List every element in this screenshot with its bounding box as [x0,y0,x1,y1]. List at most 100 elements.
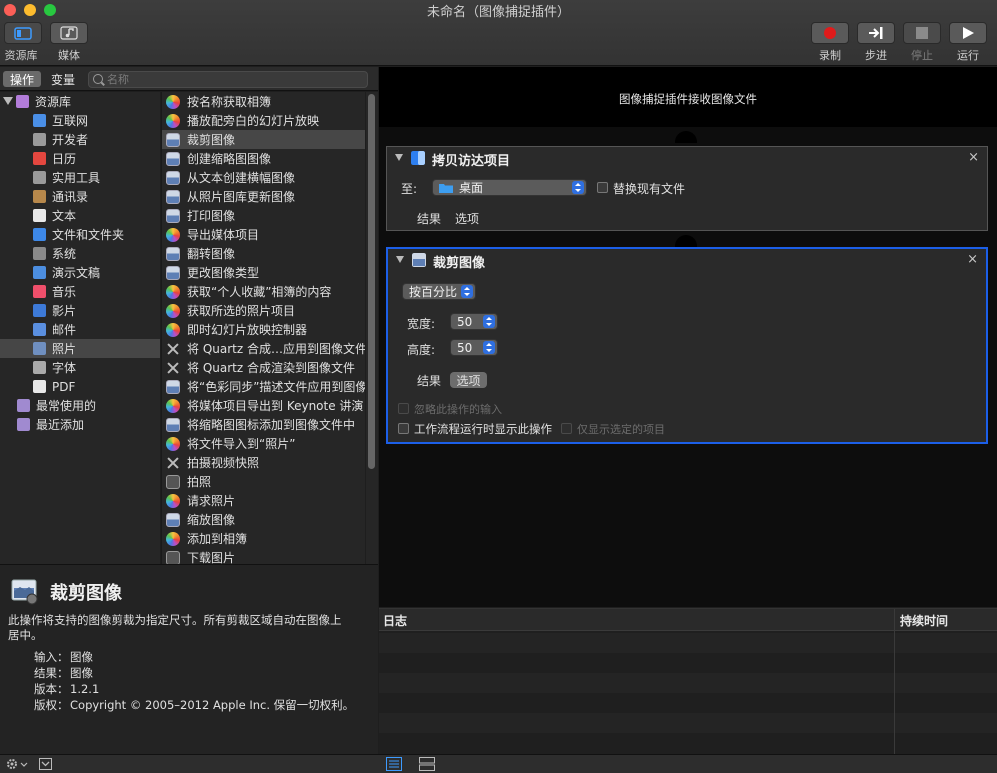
category-item[interactable]: 最近添加 [0,415,160,434]
ignore-input-checkbox[interactable] [398,403,409,414]
category-item[interactable]: 通讯录 [0,187,160,206]
action-item[interactable]: 拍摄视频快照 [162,453,365,472]
width-label: 宽度: [407,317,436,331]
show-action-checkbox[interactable] [398,423,409,434]
action-item[interactable]: 将“色彩同步”描述文件应用到图像 [162,377,365,396]
tab-actions[interactable]: 操作 [3,71,41,87]
category-label: 资源库 [35,95,72,109]
action-item[interactable]: 创建缩略图图像 [162,149,365,168]
width-stepper[interactable]: 50 [450,313,498,330]
category-item[interactable]: 文本 [0,206,160,225]
category-item[interactable]: 演示文稿 [0,263,160,282]
record-icon [824,27,836,39]
copy-results-tab[interactable]: 结果 [413,210,445,226]
action-item[interactable]: 按名称获取相簿 [162,92,365,111]
log-column-divider[interactable] [894,609,895,755]
action-item[interactable]: 即时幻灯片放映控制器 [162,320,365,339]
category-item[interactable]: 实用工具 [0,168,160,187]
category-label: 通讯录 [52,190,89,204]
category-item[interactable]: 邮件 [0,320,160,339]
category-item[interactable]: 日历 [0,149,160,168]
category-item[interactable]: 资源库 [0,92,160,111]
run-button[interactable] [949,22,987,44]
action-item[interactable]: 获取所选的照片项目 [162,301,365,320]
gear-icon[interactable] [6,758,28,770]
action-item[interactable]: 下载图片 [162,548,365,564]
list-view-icon[interactable] [386,757,402,771]
replace-existing-checkbox[interactable] [597,182,608,193]
record-button[interactable] [811,22,849,44]
split-view-icon[interactable] [419,757,435,771]
search-input[interactable] [107,72,362,87]
action-item[interactable]: 播放配旁白的幻灯片放映 [162,111,365,130]
log-table: 日志 持续时间 [379,608,997,755]
stepper-arrows-icon[interactable] [483,341,495,354]
category-item[interactable]: 开发者 [0,130,160,149]
action-item[interactable]: 裁剪图像 [162,130,365,149]
workflow-input-header: 图像捕捉插件接收图像文件 [379,67,997,127]
action-item[interactable]: 将文件导入到“照片” [162,434,365,453]
step-button[interactable] [857,22,895,44]
destination-popup[interactable]: 桌面 [432,179,587,196]
media-button[interactable] [50,22,88,44]
category-item[interactable]: 互联网 [0,111,160,130]
copy-options-tab[interactable]: 选项 [451,210,483,226]
action-item[interactable]: 将媒体项目导出到 Keynote 讲演 [162,396,365,415]
category-icon [33,304,46,317]
action-item[interactable]: 获取“个人收藏”相簿的内容 [162,282,365,301]
category-item[interactable]: PDF [0,377,160,396]
crop-results-tab[interactable]: 结果 [413,372,445,388]
search-box[interactable] [88,71,368,88]
workflow-area[interactable]: 图像捕捉插件接收图像文件 拷贝访达项目 × 至: 桌面 替换现有文件 结果 选项… [379,67,997,607]
library-toggle-label: 资源库 [4,49,38,62]
collapse-triangle-icon[interactable] [395,154,403,161]
action-item[interactable]: 从照片图库更新图像 [162,187,365,206]
scrollbar-thumb[interactable] [368,94,375,469]
action-label: 拍摄视频快照 [187,456,260,470]
action-item[interactable]: 添加到相簿 [162,529,365,548]
action-item[interactable]: 将 Quartz 合成渲染到图像文件 [162,358,365,377]
collapse-triangle-icon[interactable] [396,256,404,263]
close-icon[interactable]: × [968,150,979,165]
action-item[interactable]: 缩放图像 [162,510,365,529]
action-item[interactable]: 更改图像类型 [162,263,365,282]
close-icon[interactable]: × [967,252,978,267]
category-item[interactable]: 音乐 [0,282,160,301]
stepper-arrows-icon[interactable] [483,315,495,328]
tab-variables[interactable]: 变量 [44,71,82,87]
action-item[interactable]: 拍照 [162,472,365,491]
disclosure-triangle-icon[interactable] [3,97,13,105]
action-list-scrollbar[interactable] [366,92,378,564]
crop-image-panel: 裁剪图像 × 按百分比 宽度: 50 高度: 50 结果 选项 忽略此操作的输入… [386,247,988,444]
action-item[interactable]: 从文本创建横幅图像 [162,168,365,187]
category-item[interactable]: 文件和文件夹 [0,225,160,244]
crop-options-tab[interactable]: 选项 [450,372,487,388]
action-item[interactable]: 翻转图像 [162,244,365,263]
library-toggle-button[interactable] [4,22,42,44]
run-label: 运行 [957,49,979,62]
chevron-down-icon[interactable] [39,758,52,770]
category-item[interactable]: 系统 [0,244,160,263]
category-item[interactable]: 字体 [0,358,160,377]
action-item[interactable]: 打印图像 [162,206,365,225]
category-item[interactable]: 照片 [0,339,160,358]
category-item[interactable]: 最常使用的 [0,396,160,415]
quartz-icon [166,456,180,470]
category-label: 邮件 [52,323,77,337]
action-item[interactable]: 导出媒体项目 [162,225,365,244]
category-label: 音乐 [52,285,77,299]
crop-mode-value: 按百分比 [409,285,458,299]
search-icon [93,74,103,84]
crop-mode-popup[interactable]: 按百分比 [402,283,476,300]
action-item[interactable]: 将缩略图图标添加到图像文件中 [162,415,365,434]
duration-column-header[interactable]: 持续时间 [900,612,948,629]
action-item[interactable]: 将 Quartz 合成…应用到图像文件 [162,339,365,358]
stop-button[interactable] [903,22,941,44]
log-column-header[interactable]: 日志 [383,612,407,629]
workflow-input-text: 图像捕捉插件接收图像文件 [619,92,757,106]
show-selected-checkbox[interactable] [561,423,572,434]
workflow-connector [675,131,697,143]
height-stepper[interactable]: 50 [450,339,498,356]
action-item[interactable]: 请求照片 [162,491,365,510]
category-item[interactable]: 影片 [0,301,160,320]
